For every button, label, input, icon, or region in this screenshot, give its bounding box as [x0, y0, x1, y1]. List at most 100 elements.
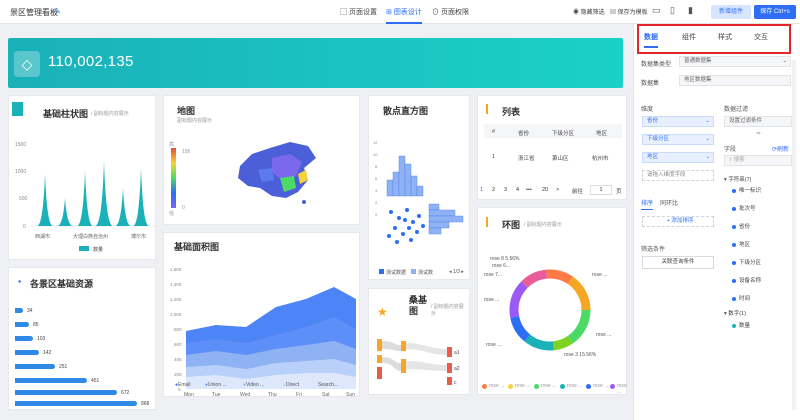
page-4[interactable]: 4 — [516, 187, 519, 193]
hide-filter-button[interactable]: ◉ 隐藏筛选 — [573, 7, 605, 16]
mobile-preview-icon[interactable]: ▮ — [688, 5, 693, 16]
sankey-node-label: c — [454, 380, 457, 386]
field-item[interactable]: 批次号 — [732, 204, 756, 212]
chevron-down-icon: ⌄ — [782, 58, 787, 64]
card-title: 桑基图 — [409, 295, 428, 316]
y-tick: 0 — [375, 212, 378, 217]
scale-min-label: 0 — [182, 205, 185, 211]
legend-item[interactable]: ●Union ... — [205, 382, 227, 388]
pagination: 1 2 3 4 ••• 20 > 前往 1 页 — [478, 185, 628, 198]
field-item[interactable]: 设备名称 — [732, 276, 761, 284]
field-item[interactable]: 地区 — [732, 240, 750, 248]
card-accent — [486, 217, 488, 227]
y-tick: 1,200 — [170, 297, 182, 302]
legend-swatch — [79, 246, 89, 251]
compare-tab[interactable]: 同环比 — [660, 198, 678, 207]
sankey-node-label: a2 — [454, 366, 460, 372]
string-group[interactable]: ▾ 字符串(7) — [724, 175, 752, 183]
page-3[interactable]: 3 — [504, 187, 507, 193]
tab-page-permissions[interactable]: ⊙ 页面权限 — [432, 7, 469, 17]
page-20[interactable]: 20 — [542, 187, 548, 193]
legend-label: rose ... — [593, 383, 609, 389]
link-query-button[interactable]: 关联查询条件 — [642, 256, 714, 269]
sort-tab[interactable]: 排序 — [641, 198, 654, 210]
resource-bar-card[interactable]: ⬩ 各景区基础资源 34 85 103 142 251 451 672 868 — [8, 267, 156, 410]
add-component-button[interactable]: 新增组件 — [711, 5, 751, 19]
dimension-chip-province[interactable]: 省份 ⌄ — [642, 116, 714, 127]
table-card[interactable]: 列表 # 省份 下级分区 地区 1 浙江省 萧山区 杭州市 1 2 3 4 ••… — [477, 95, 627, 200]
refresh-button[interactable]: ⟳刷新 — [772, 144, 789, 153]
hbar-label: 672 — [121, 390, 130, 396]
legend-item[interactable]: ●Direct — [283, 382, 299, 388]
dataset-type-select[interactable]: 普通数据集 ⌄ — [679, 56, 791, 67]
page-1[interactable]: 1 — [480, 187, 483, 193]
table-cell: 杭州市 — [592, 156, 609, 162]
next-page-button[interactable]: > — [556, 187, 559, 193]
sankey-card[interactable]: ★ 桑基图 / 副标题内容展示 a1 a2 c — [368, 288, 470, 395]
legend-label: 测试数 — [418, 270, 434, 276]
card-accent-icon — [12, 102, 23, 116]
legend-swatch — [534, 384, 539, 389]
field-item[interactable]: 数量 — [732, 321, 750, 329]
tab-chart-design[interactable]: ⊞ 图表设计 — [386, 7, 422, 24]
legend-swatch — [482, 384, 487, 389]
page-ellipsis[interactable]: ••• — [526, 187, 532, 193]
dimension-chip-region[interactable]: 地区 ⌄ — [642, 152, 714, 163]
slice-label: rose 7... — [484, 272, 502, 278]
dataset-label: 数据集 — [641, 81, 660, 87]
page-2[interactable]: 2 — [492, 187, 495, 193]
area-legend: ●Email ●Union ... ●Video ... ●Direct ●Se… — [175, 382, 360, 390]
field-item[interactable]: 时间 — [732, 294, 750, 302]
tablet-preview-icon[interactable]: ▯ — [670, 5, 675, 16]
dataset-select[interactable]: 地区数据集 — [679, 75, 791, 86]
number-group[interactable]: ▾ 数字(1) — [724, 309, 746, 317]
field-item[interactable]: 省份 — [732, 222, 750, 230]
panel-scrollbar[interactable] — [792, 60, 796, 410]
legend-label: rose ... — [515, 383, 531, 389]
map-card[interactable]: 地图 副标题内容展示 高 199 低 0 — [163, 95, 360, 225]
y-tick: 600 — [174, 342, 182, 347]
area-chart-card[interactable]: 基础面积图 1,600 1,400 1,200 1,000 800 600 40… — [163, 232, 360, 398]
card-title: 环图 — [502, 220, 521, 230]
kpi-banner[interactable]: ◇ 110,002,135 — [8, 38, 623, 88]
y-tick: 400 — [174, 357, 182, 362]
legend-swatch — [610, 384, 615, 389]
card-subtitle: / 副标题内容展示 — [431, 304, 464, 317]
field-item[interactable]: 唯一标识 — [732, 186, 761, 194]
edit-title-icon[interactable]: ✎ — [54, 7, 61, 16]
map-scale-bar — [171, 148, 176, 208]
hbar-label: 451 — [91, 378, 100, 384]
scatter-histogram-card[interactable]: 散点直方图 12 10 8 6 4 2 0 测试数据 测试数 ◂ 1/3 ▸ — [368, 95, 470, 280]
legend-pager[interactable]: ◂ 1/3 ▸ — [449, 269, 464, 275]
data-filter-input[interactable]: 设置过滤条件 — [724, 116, 792, 127]
dimension-drop-zone[interactable]: 请拖入维度字段 — [642, 170, 714, 181]
tab-page-settings[interactable]: ▢ 页面设置 — [340, 7, 377, 17]
hbar — [15, 322, 29, 327]
desktop-preview-icon[interactable]: ▭ — [652, 5, 661, 16]
hbar — [15, 378, 87, 383]
peak-2 — [57, 198, 73, 226]
legend-item[interactable]: ●Video ... — [243, 382, 264, 388]
page-input[interactable]: 1 — [590, 185, 612, 195]
table-header-cell: 省份 — [518, 131, 530, 137]
hbar — [15, 401, 137, 406]
area-svg: 1,600 1,400 1,200 1,000 800 600 400 200 … — [170, 267, 356, 392]
card-title: 列表 — [502, 107, 521, 117]
card-subtitle: / 副标题内容展示 — [91, 111, 129, 117]
legend-item[interactable]: ●Email — [175, 382, 191, 388]
legend-item[interactable]: ●Search... — [315, 382, 338, 388]
dimension-chip-subdistrict[interactable]: 下级分区 ⌄ — [642, 134, 714, 145]
x-tick: Fri — [296, 392, 302, 398]
bar-chart-card[interactable]: 基础柱状图 / 副标题内容展示 1500 1000 500 0 西湖市 大理白族… — [8, 95, 156, 260]
field-item[interactable]: 下级分区 — [732, 258, 761, 266]
save-template-button[interactable]: ▤ 保存为模板 — [610, 7, 648, 16]
x-tick: Thu — [268, 392, 277, 398]
legend-swatch — [411, 269, 416, 274]
field-search-input[interactable]: ⌕ 搜索 — [724, 155, 792, 166]
save-button[interactable]: 保存 Ctrl+s — [754, 5, 796, 19]
top-histogram — [386, 155, 424, 197]
dataset-type-label: 数据集类型 — [641, 62, 672, 68]
collapse-icon[interactable]: ⬌ — [756, 130, 761, 137]
ring-chart-card[interactable]: 环图 / 副标题内容展示 rose 8 5.56% rose 6... rose… — [477, 207, 627, 395]
add-sort-button[interactable]: + 添加排序 — [642, 216, 714, 227]
